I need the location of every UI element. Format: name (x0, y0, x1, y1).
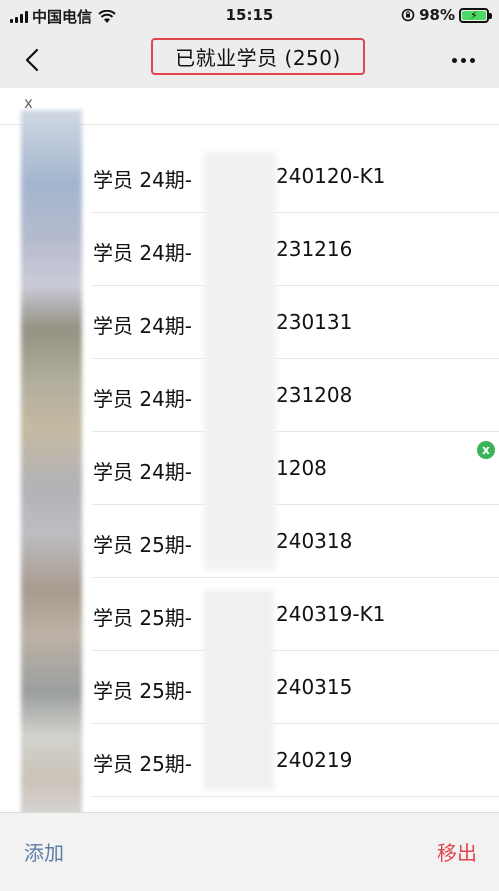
member-name-prefix: 学员 24期- (93, 387, 193, 411)
bottom-toolbar: 添加 移出 (0, 812, 499, 891)
member-name-prefix: 学员 25期- (93, 606, 193, 630)
member-name-prefix: 学员 24期- (93, 314, 193, 338)
nav-bar: 已就业学员 (250) (0, 32, 499, 88)
member-name-suffix: 230131 (276, 310, 353, 334)
member-name-suffix: 240219 (276, 748, 353, 772)
member-name-prefix: 学员 24期- (93, 168, 193, 192)
member-name-suffix: 240120-K1 (276, 164, 386, 188)
privacy-blur (204, 152, 276, 570)
member-name-prefix: 学员 25期- (93, 679, 193, 703)
member-name-prefix: 学员 25期- (93, 752, 193, 776)
more-dot (460, 57, 466, 63)
member-name-suffix: 240318 (276, 529, 353, 553)
status-right: 98% ⚡ (401, 6, 492, 24)
page-title-highlight: 已就业学员 (250) (151, 38, 365, 75)
add-button[interactable]: 添加 (24, 837, 64, 866)
member-name-prefix: 学员 25期- (93, 533, 193, 557)
member-name-prefix: 学员 24期- (93, 460, 193, 484)
rotation-lock-icon (401, 8, 415, 22)
back-button[interactable] (14, 42, 50, 78)
battery-percent: 98% (419, 6, 455, 24)
more-options-button[interactable] (445, 46, 481, 74)
member-name-prefix: 学员 24期- (93, 241, 193, 265)
remove-button[interactable]: 移出 (437, 837, 477, 866)
remove-badge-icon[interactable]: x (477, 441, 495, 459)
member-name-suffix: 231208 (276, 383, 353, 407)
member-name-suffix: 1208 (276, 456, 327, 480)
chevron-left-icon (25, 48, 39, 72)
row-divider (92, 796, 499, 797)
status-bar: 中国电信 15:15 98% ⚡ (0, 0, 499, 32)
avatar-column (21, 110, 82, 838)
privacy-blur (204, 590, 274, 790)
more-dot (469, 57, 475, 63)
member-name-suffix: 231216 (276, 237, 353, 261)
member-name-suffix: 240315 (276, 675, 353, 699)
member-name-suffix: 240319-K1 (276, 602, 386, 626)
battery-icon: ⚡ (459, 7, 492, 23)
page-title: 已就业学员 (250) (175, 46, 341, 70)
more-dot (451, 57, 457, 63)
